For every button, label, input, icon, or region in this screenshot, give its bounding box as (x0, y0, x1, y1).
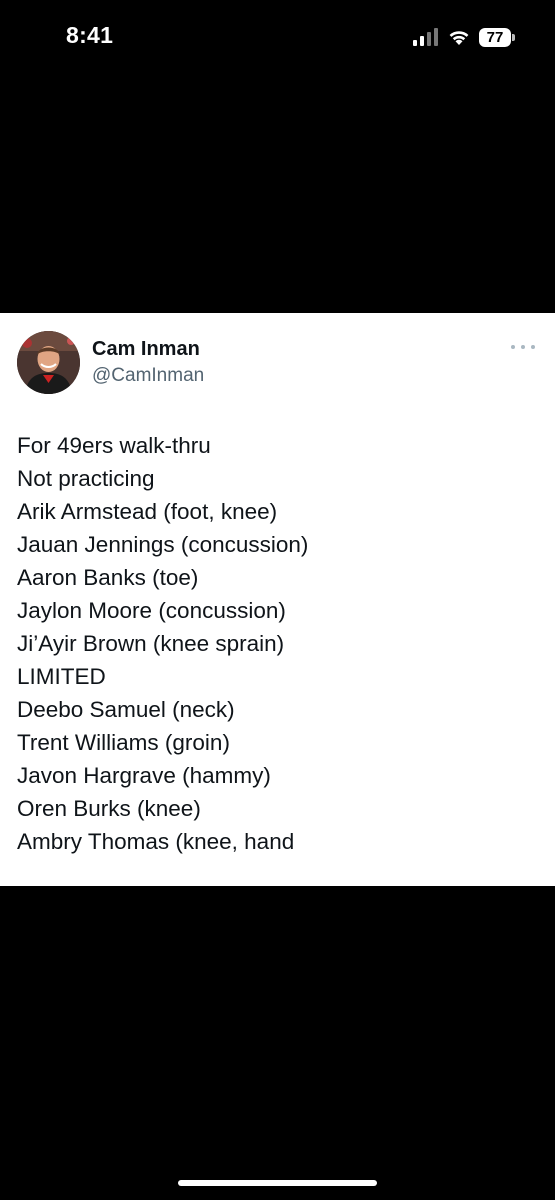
tweet-line: Oren Burks (knee) (17, 796, 201, 821)
battery-icon: 77 (479, 27, 515, 47)
tweet-line: For 49ers walk-thru (17, 433, 211, 458)
tweet-text: For 49ers walk-thru Not practicing Arik … (17, 429, 537, 858)
more-horizontal-icon[interactable] (511, 339, 535, 355)
battery-level: 77 (479, 27, 511, 47)
author-name[interactable]: Cam Inman (92, 338, 200, 361)
tweet-line: Jaylon Moore (concussion) (17, 598, 286, 623)
home-indicator[interactable] (178, 1180, 377, 1186)
tweet-line: Trent Williams (groin) (17, 730, 230, 755)
avatar[interactable] (17, 331, 80, 394)
tweet-line: Jauan Jennings (concussion) (17, 532, 309, 557)
author-handle[interactable]: @CamInman (92, 365, 204, 387)
status-icons: 77 (413, 26, 515, 48)
tweet-line: Javon Hargrave (hammy) (17, 763, 271, 788)
tweet-line: Ambry Thomas (knee, hand (17, 829, 295, 854)
tweet-card[interactable]: Cam Inman @CamInman For 49ers walk-thru … (0, 313, 555, 886)
more-dot (511, 345, 515, 349)
tweet-line: Aaron Banks (toe) (17, 565, 199, 590)
tweet-line: Not practicing (17, 466, 155, 491)
more-dot (521, 345, 525, 349)
signal-icon (413, 28, 439, 46)
battery-cap (512, 33, 515, 41)
tweet-line: LIMITED (17, 664, 106, 689)
status-time: 8:41 (66, 22, 114, 48)
tweet-line: Deebo Samuel (neck) (17, 697, 235, 722)
more-dot (531, 345, 535, 349)
tweet-line: Ji’Ayir Brown (knee sprain) (17, 631, 285, 656)
wifi-icon (447, 28, 471, 46)
status-bar: 8:41 77 (0, 0, 555, 70)
tweet-line: Arik Armstead (foot, knee) (17, 499, 278, 524)
